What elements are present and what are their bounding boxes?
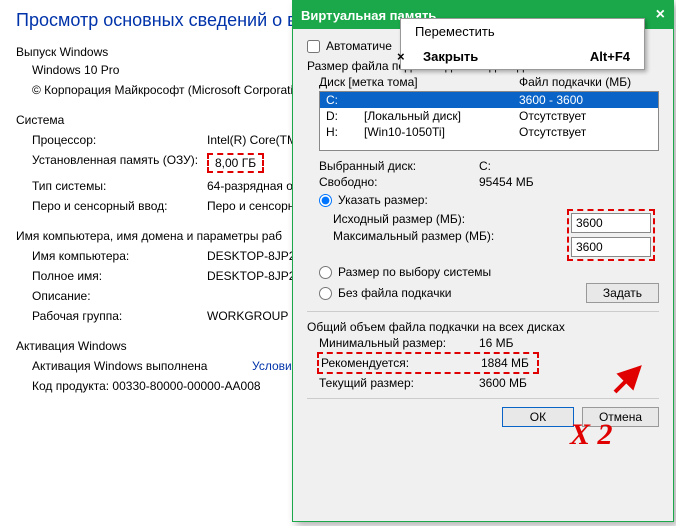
menu-item-close-shortcut: Alt+F4 [590, 49, 630, 64]
activation-status: Активация Windows выполнена [32, 359, 252, 373]
menu-item-close[interactable]: Закрыть Alt+F4 [401, 44, 644, 69]
max-size-label: Максимальный размер (МБ): [333, 229, 513, 243]
workgroup-label: Рабочая группа: [32, 309, 207, 323]
radio-no-pagefile-label: Без файла подкачки [338, 286, 451, 300]
max-size-input[interactable] [571, 237, 651, 257]
drive-row[interactable]: H:[Win10-1050Ti]Отсутствует [320, 124, 658, 140]
desc-label: Описание: [32, 289, 207, 303]
radio-system-label: Размер по выбору системы [338, 265, 491, 279]
ok-button[interactable]: ОК [502, 407, 574, 427]
size-inputs-highlight [567, 209, 655, 261]
auto-manage-checkbox[interactable] [307, 40, 320, 53]
set-button[interactable]: Задать [586, 283, 659, 303]
free-space-value: 95454 МБ [479, 175, 659, 189]
close-icon[interactable]: × [656, 6, 665, 24]
pentouch-value: Перо и сенсорны [207, 199, 303, 213]
drive-row[interactable]: D:[Локальный диск]Отсутствует [320, 108, 658, 124]
systype-label: Тип системы: [32, 179, 207, 193]
ram-value: 8,00 ГБ [215, 156, 256, 170]
productid-value: 00330-80000-00000-AA008 [112, 379, 260, 393]
annotation-arrow-icon [611, 362, 647, 396]
compname-label: Имя компьютера: [32, 249, 207, 263]
free-space-label: Свободно: [319, 175, 479, 189]
min-size-value: 16 МБ [479, 336, 659, 350]
menu-item-move[interactable]: Переместить [401, 19, 644, 44]
col-disk-header: Диск [метка тома] [319, 75, 519, 89]
recommended-highlight: Рекомендуется: 1884 МБ [317, 352, 539, 374]
recommended-label: Рекомендуется: [321, 356, 481, 370]
current-size-label: Текущий размер: [319, 376, 479, 390]
radio-custom-size[interactable] [319, 194, 332, 207]
all-drives-group-label: Общий объем файла подкачки на всех диска… [307, 320, 659, 334]
fullname-label: Полное имя: [32, 269, 207, 283]
col-pf-header: Файл подкачки (МБ) [519, 75, 659, 89]
drive-list[interactable]: C:3600 - 3600D:[Локальный диск]Отсутству… [319, 91, 659, 151]
auto-manage-label: Автоматиче [326, 39, 392, 53]
system-context-menu: Переместить Закрыть Alt+F4 [400, 18, 645, 70]
pentouch-label: Перо и сенсорный ввод: [32, 199, 207, 213]
processor-label: Процессор: [32, 133, 207, 147]
radio-system-size[interactable] [319, 266, 332, 279]
radio-no-pagefile[interactable] [319, 287, 332, 300]
ram-label: Установленная память (ОЗУ): [32, 153, 207, 173]
selected-drive-value: C: [479, 159, 659, 173]
drive-row[interactable]: C:3600 - 3600 [320, 92, 658, 108]
initial-size-label: Исходный размер (МБ): [333, 212, 513, 226]
recommended-value: 1884 МБ [481, 356, 535, 370]
selected-drive-label: Выбранный диск: [319, 159, 479, 173]
virtual-memory-dialog: Виртуальная память × Автоматиче Размер ф… [292, 0, 674, 522]
radio-custom-label: Указать размер: [338, 193, 428, 207]
annotation-x2: X 2 [570, 418, 613, 452]
workgroup-value: WORKGROUP [207, 309, 288, 323]
ram-value-highlight: 8,00 ГБ [207, 153, 264, 173]
min-size-label: Минимальный размер: [319, 336, 479, 350]
initial-size-input[interactable] [571, 213, 651, 233]
productid-label: Код продукта: [32, 379, 109, 393]
